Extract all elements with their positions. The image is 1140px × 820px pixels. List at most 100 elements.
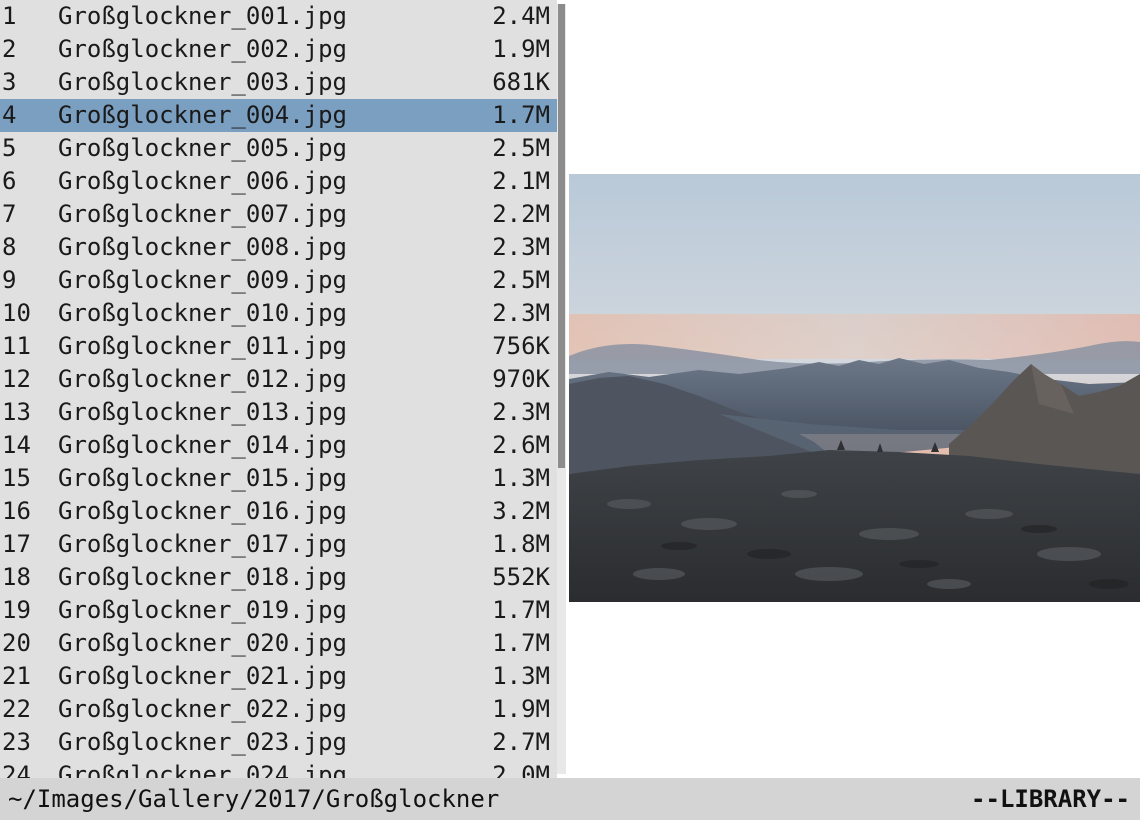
file-row[interactable]: 22 Großglockner_022.jpg 1.9M (0, 693, 557, 726)
file-row[interactable]: 23 Großglockner_023.jpg 2.7M (0, 726, 557, 759)
file-index: 19 (2, 596, 31, 624)
file-name: Großglockner_015.jpg (58, 464, 347, 492)
file-name: Großglockner_006.jpg (58, 167, 347, 195)
file-row[interactable]: 6 Großglockner_006.jpg 2.1M (0, 165, 557, 198)
file-row[interactable]: 17 Großglockner_017.jpg 1.8M (0, 528, 557, 561)
file-index: 2 (2, 35, 17, 63)
file-name: Großglockner_001.jpg (58, 2, 347, 30)
file-index: 22 (2, 695, 31, 723)
file-index: 24 (2, 761, 31, 778)
file-name: Großglockner_024.jpg (58, 761, 347, 778)
mode-indicator: --LIBRARY-- (971, 785, 1130, 813)
file-row[interactable]: 18 Großglockner_018.jpg 552K (0, 561, 557, 594)
file-name: Großglockner_003.jpg (58, 68, 347, 96)
file-list: 1 Großglockner_001.jpg 2.4M 2 Großglockner_0… (0, 0, 557, 778)
file-size: 2.1M (492, 167, 550, 195)
file-name: Großglockner_008.jpg (58, 233, 347, 261)
file-list-pane[interactable]: 1 Großglockner_001.jpg 2.4M 2 Großglockner_0… (0, 0, 557, 778)
file-name: Großglockner_002.jpg (58, 35, 347, 63)
file-index: 12 (2, 365, 31, 393)
file-size: 2.6M (492, 431, 550, 459)
file-row[interactable]: 24 Großglockner_024.jpg 2.0M (0, 759, 557, 778)
file-index: 18 (2, 563, 31, 591)
status-bar: ~/Images/Gallery/2017/Großglockner --LIB… (0, 778, 1140, 820)
file-index: 13 (2, 398, 31, 426)
file-size: 2.5M (492, 266, 550, 294)
file-name: Großglockner_021.jpg (58, 662, 347, 690)
current-directory-path: ~/Images/Gallery/2017/Großglockner (8, 785, 500, 813)
file-size: 2.3M (492, 398, 550, 426)
file-size: 2.4M (492, 2, 550, 30)
file-row[interactable]: 10 Großglockner_010.jpg 2.3M (0, 297, 557, 330)
file-size: 2.7M (492, 728, 550, 756)
file-name: Großglockner_020.jpg (58, 629, 347, 657)
file-index: 20 (2, 629, 31, 657)
file-size: 756K (492, 332, 550, 360)
file-index: 21 (2, 662, 31, 690)
file-name: Großglockner_009.jpg (58, 266, 347, 294)
file-size: 1.9M (492, 35, 550, 63)
file-index: 8 (2, 233, 17, 261)
image-preview-pane (569, 0, 1140, 778)
file-size: 2.3M (492, 233, 550, 261)
file-size: 2.3M (492, 299, 550, 327)
file-index: 16 (2, 497, 31, 525)
file-name: Großglockner_018.jpg (58, 563, 347, 591)
file-index: 4 (2, 101, 17, 129)
file-name: Großglockner_012.jpg (58, 365, 347, 393)
file-size: 1.8M (492, 530, 550, 558)
file-size: 2.5M (492, 134, 550, 162)
file-size: 2.2M (492, 200, 550, 228)
file-row[interactable]: 5 Großglockner_005.jpg 2.5M (0, 132, 557, 165)
file-row[interactable]: 19 Großglockner_019.jpg 1.7M (0, 594, 557, 627)
file-index: 9 (2, 266, 17, 294)
file-row[interactable]: 15 Großglockner_015.jpg 1.3M (0, 462, 557, 495)
file-row[interactable]: 3 Großglockner_003.jpg 681K (0, 66, 557, 99)
file-index: 1 (2, 2, 17, 30)
file-size: 552K (492, 563, 550, 591)
file-row[interactable]: 4 Großglockner_004.jpg 1.7M (0, 99, 557, 132)
file-row[interactable]: 14 Großglockner_014.jpg 2.6M (0, 429, 557, 462)
file-row[interactable]: 11 Großglockner_011.jpg 756K (0, 330, 557, 363)
file-row[interactable]: 20 Großglockner_020.jpg 1.7M (0, 627, 557, 660)
file-name: Großglockner_013.jpg (58, 398, 347, 426)
file-row[interactable]: 1 Großglockner_001.jpg 2.4M (0, 0, 557, 33)
file-row[interactable]: 13 Großglockner_013.jpg 2.3M (0, 396, 557, 429)
file-size: 2.0M (492, 761, 550, 778)
file-row[interactable]: 7 Großglockner_007.jpg 2.2M (0, 198, 557, 231)
file-name: Großglockner_017.jpg (58, 530, 347, 558)
file-name: Großglockner_007.jpg (58, 200, 347, 228)
scrollbar-thumb[interactable] (558, 4, 565, 468)
image-viewer-window: 1 Großglockner_001.jpg 2.4M 2 Großglockner_0… (0, 0, 1140, 820)
file-name: Großglockner_023.jpg (58, 728, 347, 756)
file-index: 11 (2, 332, 31, 360)
preview-image (569, 174, 1140, 602)
file-size: 1.7M (492, 596, 550, 624)
file-size: 1.3M (492, 662, 550, 690)
file-name: Großglockner_016.jpg (58, 497, 347, 525)
file-name: Großglockner_019.jpg (58, 596, 347, 624)
file-name: Großglockner_004.jpg (58, 101, 347, 129)
file-size: 3.2M (492, 497, 550, 525)
file-row[interactable]: 16 Großglockner_016.jpg 3.2M (0, 495, 557, 528)
file-index: 23 (2, 728, 31, 756)
file-size: 1.7M (492, 629, 550, 657)
file-index: 10 (2, 299, 31, 327)
file-row[interactable]: 12 Großglockner_012.jpg 970K (0, 363, 557, 396)
file-index: 7 (2, 200, 17, 228)
file-size: 1.3M (492, 464, 550, 492)
file-name: Großglockner_022.jpg (58, 695, 347, 723)
file-name: Großglockner_010.jpg (58, 299, 347, 327)
file-size: 970K (492, 365, 550, 393)
file-row[interactable]: 21 Großglockner_021.jpg 1.3M (0, 660, 557, 693)
file-list-scrollbar[interactable] (557, 0, 569, 778)
file-size: 681K (492, 68, 550, 96)
file-row[interactable]: 9 Großglockner_009.jpg 2.5M (0, 264, 557, 297)
file-index: 14 (2, 431, 31, 459)
file-index: 15 (2, 464, 31, 492)
file-name: Großglockner_011.jpg (58, 332, 347, 360)
file-row[interactable]: 2 Großglockner_002.jpg 1.9M (0, 33, 557, 66)
file-size: 1.7M (492, 101, 550, 129)
file-index: 5 (2, 134, 17, 162)
file-row[interactable]: 8 Großglockner_008.jpg 2.3M (0, 231, 557, 264)
